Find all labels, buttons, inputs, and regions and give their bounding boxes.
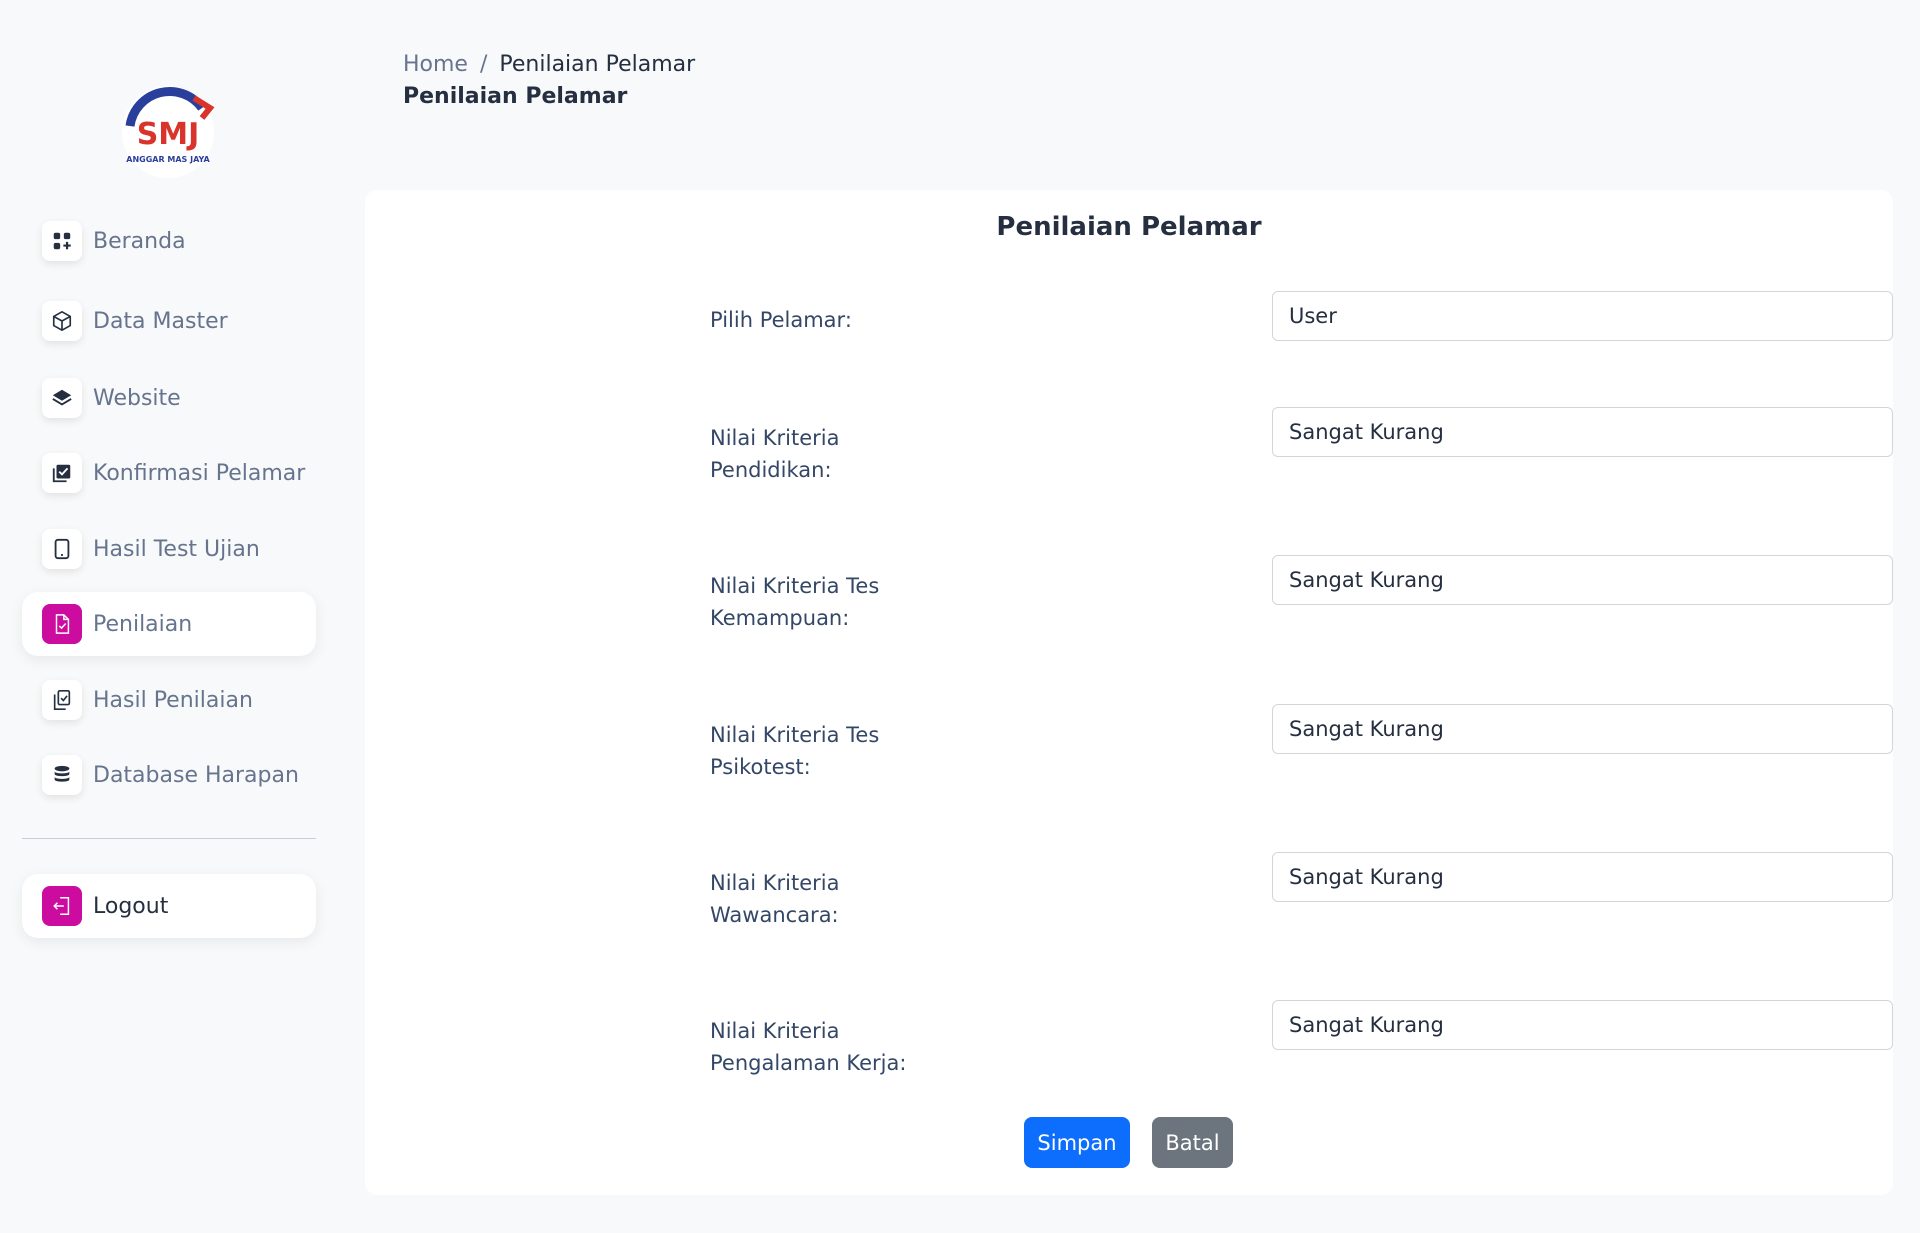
form-label: Nilai Kriteria Pendidikan: [710, 426, 840, 482]
svg-text:SMJ: SMJ [137, 117, 200, 152]
applicant-select[interactable]: User [1272, 291, 1893, 341]
breadcrumb-current: Penilaian Pelamar [499, 52, 696, 77]
sidebar-item-data-master[interactable]: Data Master [22, 289, 316, 353]
page-title: Penilaian Pelamar [403, 84, 628, 109]
tablet-icon [42, 529, 82, 569]
sidebar-item-label: Beranda [93, 228, 186, 254]
form-label: Nilai Kriteria Wawancara: [710, 871, 840, 927]
cancel-button[interactable]: Batal [1152, 1117, 1233, 1168]
clipboard-check-icon [42, 680, 82, 720]
work-experience-criteria-select[interactable]: Sangat Kurang [1272, 1000, 1893, 1050]
ability-test-criteria-select[interactable]: Sangat Kurang [1272, 555, 1893, 605]
save-button[interactable]: Simpan [1024, 1117, 1130, 1168]
file-check-icon [42, 604, 82, 644]
sidebar: SMJ ANGGAR MAS JAYA Beranda Data Master … [0, 0, 336, 1233]
sidebar-item-beranda[interactable]: Beranda [22, 209, 316, 273]
logout-icon [42, 886, 82, 926]
company-logo[interactable]: SMJ ANGGAR MAS JAYA [118, 82, 218, 182]
form-label: Nilai Kriteria Tes Psikotest: [710, 723, 880, 779]
logout-label: Logout [93, 893, 169, 919]
sidebar-item-hasil-test-ujian[interactable]: Hasil Test Ujian [22, 517, 316, 581]
form-label: Nilai Kriteria Tes Kemampuan: [710, 574, 880, 630]
sidebar-item-database-harapan[interactable]: Database Harapan [22, 743, 316, 807]
breadcrumb: Home / Penilaian Pelamar [403, 52, 695, 77]
form-label: Pilih Pelamar: [710, 308, 852, 332]
education-criteria-select[interactable]: Sangat Kurang [1272, 407, 1893, 457]
breadcrumb-home-link[interactable]: Home [403, 52, 468, 77]
layers-icon [42, 378, 82, 418]
sidebar-item-label: Hasil Test Ujian [93, 536, 260, 562]
form-title: Penilaian Pelamar [996, 212, 1262, 242]
sidebar-item-hasil-penilaian[interactable]: Hasil Penilaian [22, 668, 316, 732]
sidebar-item-label: Website [93, 385, 181, 411]
logout-button[interactable]: Logout [22, 874, 316, 938]
form-label: Nilai Kriteria Pengalaman Kerja: [710, 1019, 907, 1075]
sidebar-item-konfirmasi-pelamar[interactable]: Konfirmasi Pelamar [22, 441, 316, 505]
svg-text:ANGGAR MAS JAYA: ANGGAR MAS JAYA [126, 155, 210, 164]
sidebar-item-website[interactable]: Website [22, 366, 316, 430]
psychotest-criteria-select[interactable]: Sangat Kurang [1272, 704, 1893, 754]
assessment-form-card: Penilaian Pelamar Pilih Pelamar: User Ni… [365, 190, 1893, 1195]
sidebar-item-label: Hasil Penilaian [93, 687, 253, 713]
sidebar-item-label: Penilaian [93, 611, 193, 637]
database-icon [42, 755, 82, 795]
sidebar-item-label: Data Master [93, 308, 228, 334]
sidebar-divider [22, 838, 316, 839]
breadcrumb-separator: / [479, 52, 488, 77]
interview-criteria-select[interactable]: Sangat Kurang [1272, 852, 1893, 902]
sidebar-item-label: Database Harapan [93, 762, 299, 788]
dashboard-icon [42, 221, 82, 261]
sidebar-item-penilaian[interactable]: Penilaian [22, 592, 316, 656]
sidebar-item-label: Konfirmasi Pelamar [93, 460, 306, 486]
check-square-icon [42, 453, 82, 493]
cube-icon [42, 301, 82, 341]
